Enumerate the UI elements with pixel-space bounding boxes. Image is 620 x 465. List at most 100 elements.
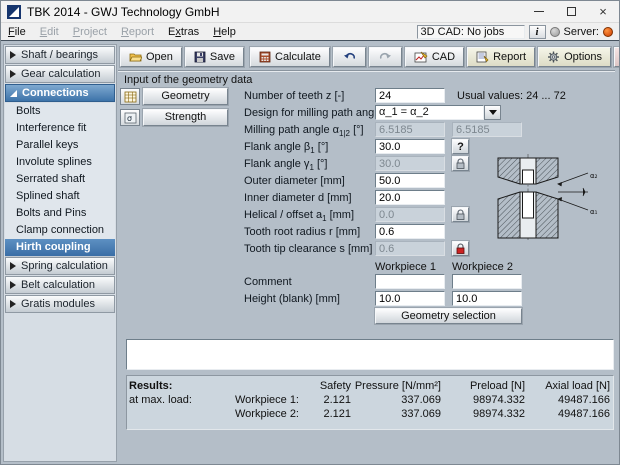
lock-icon (455, 158, 466, 170)
row-number-of-teeth: Number of teeth z [-] Usual values: 24 .… (118, 88, 617, 105)
cad-status-field: 3D CAD: No jobs (417, 25, 525, 39)
helical-offset-lock-button[interactable] (452, 207, 469, 222)
menu-help[interactable]: Help (206, 23, 243, 40)
row-geometry-selection: Geometry selection (118, 308, 617, 325)
outer-diameter-input[interactable] (375, 173, 445, 188)
sidebar-item-splined-shaft[interactable]: Splined shaft (5, 188, 115, 205)
sidebar-item-serrated-shaft[interactable]: Serrated shaft (5, 171, 115, 188)
sidebar-item-interference-fit[interactable]: Interference fit (5, 120, 115, 137)
sidebar-item-involute-splines[interactable]: Involute splines (5, 154, 115, 171)
sidebar-section-shaft-bearings[interactable]: Shaft / bearings (5, 46, 115, 64)
root-radius-input[interactable] (375, 224, 445, 239)
alpha2-label: α₂ (590, 172, 598, 180)
minimize-button[interactable] (523, 1, 555, 22)
save-button[interactable]: Save (185, 47, 244, 67)
report-button[interactable]: Report (467, 47, 535, 67)
save-label: Save (210, 51, 235, 63)
menu-file[interactable]: File (1, 23, 33, 40)
workpiece2-preload: 98974.332 (443, 407, 527, 421)
menu-help-label: Help (213, 26, 236, 38)
save-floppy-icon (194, 51, 206, 63)
sidebar-section-connections[interactable]: Connections (5, 84, 115, 102)
menu-project-label: Project (73, 26, 107, 38)
section-label: Connections (22, 87, 89, 99)
connections-items: Bolts Interference fit Parallel keys Inv… (5, 103, 115, 257)
row-milling-path-angle: Milling path angle α1|2 [°] (118, 122, 617, 139)
sidebar-item-bolts-and-pins[interactable]: Bolts and Pins (5, 205, 115, 222)
row-height-blank: Height (blank) [mm] (118, 291, 617, 308)
combobox-dropdown-button[interactable] (484, 105, 501, 120)
collapsed-arrow-icon (10, 262, 16, 270)
height-input-1[interactable] (375, 291, 445, 306)
flank-beta-help-button[interactable]: ? (452, 139, 469, 154)
options-button[interactable]: Options (538, 47, 611, 67)
results-row-workpiece2: Workpiece 2: 2.121 337.069 98974.332 494… (129, 407, 611, 421)
info-button[interactable]: i (529, 25, 546, 39)
design-combobox-value: α_1 = α_2 (375, 105, 484, 120)
results-panel: Results: Safety Pressure [N/mm²] Preload… (126, 375, 614, 430)
maximize-button[interactable] (555, 1, 587, 22)
teeth-input[interactable] (375, 88, 445, 103)
upper-workpiece (498, 158, 558, 184)
app-logo-icon (7, 5, 21, 19)
results-row-workpiece1: at max. load: Workpiece 1: 2.121 337.069… (129, 393, 611, 407)
cad-drawing-icon (414, 51, 428, 63)
sidebar-item-hirth-coupling[interactable]: Hirth coupling (5, 239, 115, 256)
calculate-button[interactable]: Calculate (250, 47, 330, 67)
collapsed-arrow-icon (10, 281, 16, 289)
geometry-selection-button[interactable]: Geometry selection (375, 308, 522, 324)
comment-input-1[interactable] (375, 274, 445, 289)
workpiece2-axial: 49487.166 (527, 407, 612, 421)
report-label: Report (493, 51, 526, 63)
open-button[interactable]: Open (120, 47, 182, 67)
help-button[interactable]: Help (614, 47, 620, 67)
col-pressure: Pressure [N/mm²] (353, 379, 443, 393)
chevron-down-icon (489, 110, 497, 115)
menubar-status-area: 3D CAD: No jobs i Server: (417, 23, 619, 40)
menu-extras[interactable]: Extras (161, 23, 206, 40)
height-input-2[interactable] (452, 291, 522, 306)
menu-file-label: File (8, 26, 26, 38)
close-icon: × (599, 4, 607, 19)
cad-status-led-icon (550, 27, 560, 37)
sidebar-section-spring-calculation[interactable]: Spring calculation (5, 257, 115, 275)
window-title: TBK 2014 - GWJ Technology GmbH (27, 5, 523, 19)
sidebar-section-belt-calculation[interactable]: Belt calculation (5, 276, 115, 294)
flank-gamma-lock-button[interactable] (452, 156, 469, 171)
menu-report: Report (114, 23, 161, 40)
inner-diameter-input[interactable] (375, 190, 445, 205)
close-button[interactable]: × (587, 1, 619, 22)
undo-button[interactable] (333, 47, 366, 67)
sidebar-item-bolts[interactable]: Bolts (5, 103, 115, 120)
tip-clearance-locked-button[interactable] (452, 241, 469, 256)
col-preload: Preload [N] (443, 379, 527, 393)
workpiece1-preload: 98974.332 (443, 393, 527, 407)
open-label: Open (146, 51, 173, 63)
helical-offset-input (375, 207, 445, 222)
spacer (213, 379, 301, 393)
sidebar-section-gratis-modules[interactable]: Gratis modules (5, 295, 115, 313)
flank-beta-input[interactable] (375, 139, 445, 154)
sidebar-item-parallel-keys[interactable]: Parallel keys (5, 137, 115, 154)
comment-input-2[interactable] (452, 274, 522, 289)
milling-angle-input-2 (452, 122, 522, 137)
sidebar-item-clamp-connection[interactable]: Clamp connection (5, 222, 115, 239)
spacer (129, 407, 213, 421)
collapsed-arrow-icon (10, 70, 16, 78)
teeth-hint: Usual values: 24 ... 72 (457, 90, 566, 102)
workpiece2-safety: 2.121 (301, 407, 353, 421)
main-panel: Open Save Calculate (118, 44, 617, 462)
workpiece1-header: Workpiece 1 (375, 261, 436, 273)
workpiece2-header: Workpiece 2 (452, 261, 513, 273)
col-safety: Safety (301, 379, 353, 393)
design-combobox[interactable]: α_1 = α_2 (375, 105, 501, 120)
results-header-row: Results: Safety Pressure [N/mm²] Preload… (129, 379, 611, 393)
workpiece1-pressure: 337.069 (353, 393, 443, 407)
expanded-arrow-icon (10, 90, 17, 97)
redo-button[interactable] (369, 47, 402, 67)
section-label: Belt calculation (21, 279, 95, 291)
sidebar-section-gear-calculation[interactable]: Gear calculation (5, 65, 115, 83)
cad-button[interactable]: CAD (405, 47, 464, 67)
flank-gamma-label: Flank angle γ1 [°] (244, 158, 327, 172)
section-label: Gear calculation (21, 68, 101, 80)
